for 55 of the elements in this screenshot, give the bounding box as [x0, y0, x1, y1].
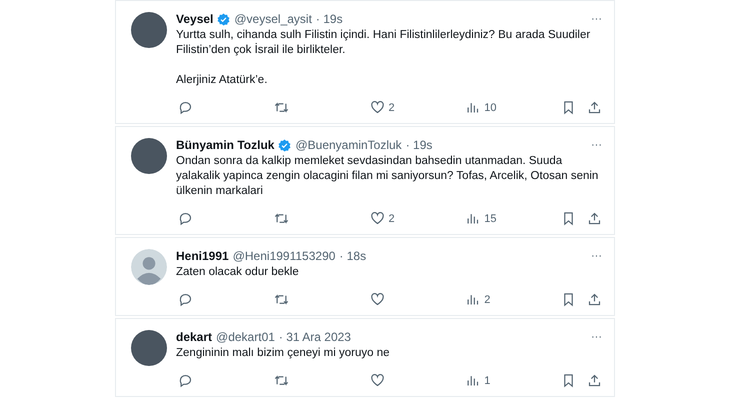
more-options-button[interactable]: ··· [591, 139, 602, 151]
reply-icon[interactable] [178, 211, 193, 226]
views-chart-icon[interactable] [465, 373, 480, 388]
tweet-text: Ondan sonra da kalkip memleket sevdasindan bahsedin utanmadan. Suuda yalakalik yapinca zengin olacagini filan mi saniyorsun? Tofas, Arcelik, Otosan senin ülkenin markalari [176, 154, 600, 199]
view-count: 2 [484, 294, 490, 306]
views-chart-icon[interactable] [465, 211, 480, 226]
user-name[interactable]: Bünyamin Tozluk [176, 138, 274, 152]
share-icon[interactable] [587, 292, 602, 307]
user-name[interactable]: Heni1991 [176, 249, 229, 263]
repost-icon[interactable] [274, 292, 289, 307]
more-options-button[interactable]: ··· [591, 331, 602, 343]
user-name[interactable]: Veysel [176, 12, 214, 26]
tweet-text: Zengininin malı bizim çeneyi mi yoruyo ne [176, 346, 390, 361]
user-name[interactable]: dekart [176, 330, 212, 344]
views-chart-icon[interactable] [465, 292, 480, 307]
heart-icon[interactable] [370, 211, 384, 226]
repost-icon[interactable] [274, 211, 289, 226]
bookmark-icon[interactable] [561, 100, 576, 115]
avatar-photo-placeholder[interactable] [131, 12, 167, 48]
share-icon[interactable] [587, 373, 602, 388]
default-avatar-icon[interactable] [131, 249, 167, 285]
user-handle[interactable]: @dekart01 [216, 330, 275, 344]
views-chart-icon[interactable] [465, 100, 480, 115]
bookmark-icon[interactable] [561, 373, 576, 388]
post-time[interactable]: · 19s [316, 12, 343, 26]
user-handle[interactable]: @Heni1991153290 [232, 249, 336, 263]
reply-icon[interactable] [178, 292, 193, 307]
reply-icon[interactable] [178, 373, 193, 388]
reply-icon[interactable] [178, 100, 193, 115]
tweet-text: Yurtta sulh, cihanda sulh Filistin içindi. Hani Filistinlilerleydiniz? Bu arada Suudiler Filistin’den çok İsrail ile birlikteler. [176, 28, 592, 58]
share-icon[interactable] [587, 211, 602, 226]
avatar-photo-placeholder[interactable] [131, 138, 167, 174]
tweet-text: Zaten olacak odur bekle [176, 265, 300, 280]
heart-icon[interactable] [370, 100, 384, 115]
view-count: 1 [484, 374, 490, 386]
post-time[interactable]: · 19s [406, 138, 432, 152]
more-options-button[interactable]: ··· [591, 13, 602, 25]
avatar-photo-placeholder[interactable] [131, 330, 167, 366]
bookmark-icon[interactable] [561, 292, 576, 307]
post-time[interactable]: · 18s [339, 249, 366, 263]
more-options-button[interactable]: ··· [591, 250, 602, 262]
user-handle[interactable]: @veysel_aysit [234, 12, 312, 26]
repost-icon[interactable] [274, 100, 289, 115]
heart-icon[interactable] [370, 373, 384, 388]
heart-icon[interactable] [370, 292, 384, 307]
tweet-text: Alerjiniz Atatürk’e. [176, 73, 268, 88]
like-count: 2 [388, 212, 395, 224]
post-time[interactable]: · 31 Ara 2023 [278, 330, 351, 344]
like-count: 2 [388, 102, 395, 114]
bookmark-icon[interactable] [561, 211, 576, 226]
view-count: 10 [484, 102, 496, 114]
user-handle[interactable]: @BuenyaminTozluk [295, 138, 402, 152]
share-icon[interactable] [587, 100, 602, 115]
view-count: 15 [484, 212, 496, 224]
repost-icon[interactable] [274, 373, 289, 388]
